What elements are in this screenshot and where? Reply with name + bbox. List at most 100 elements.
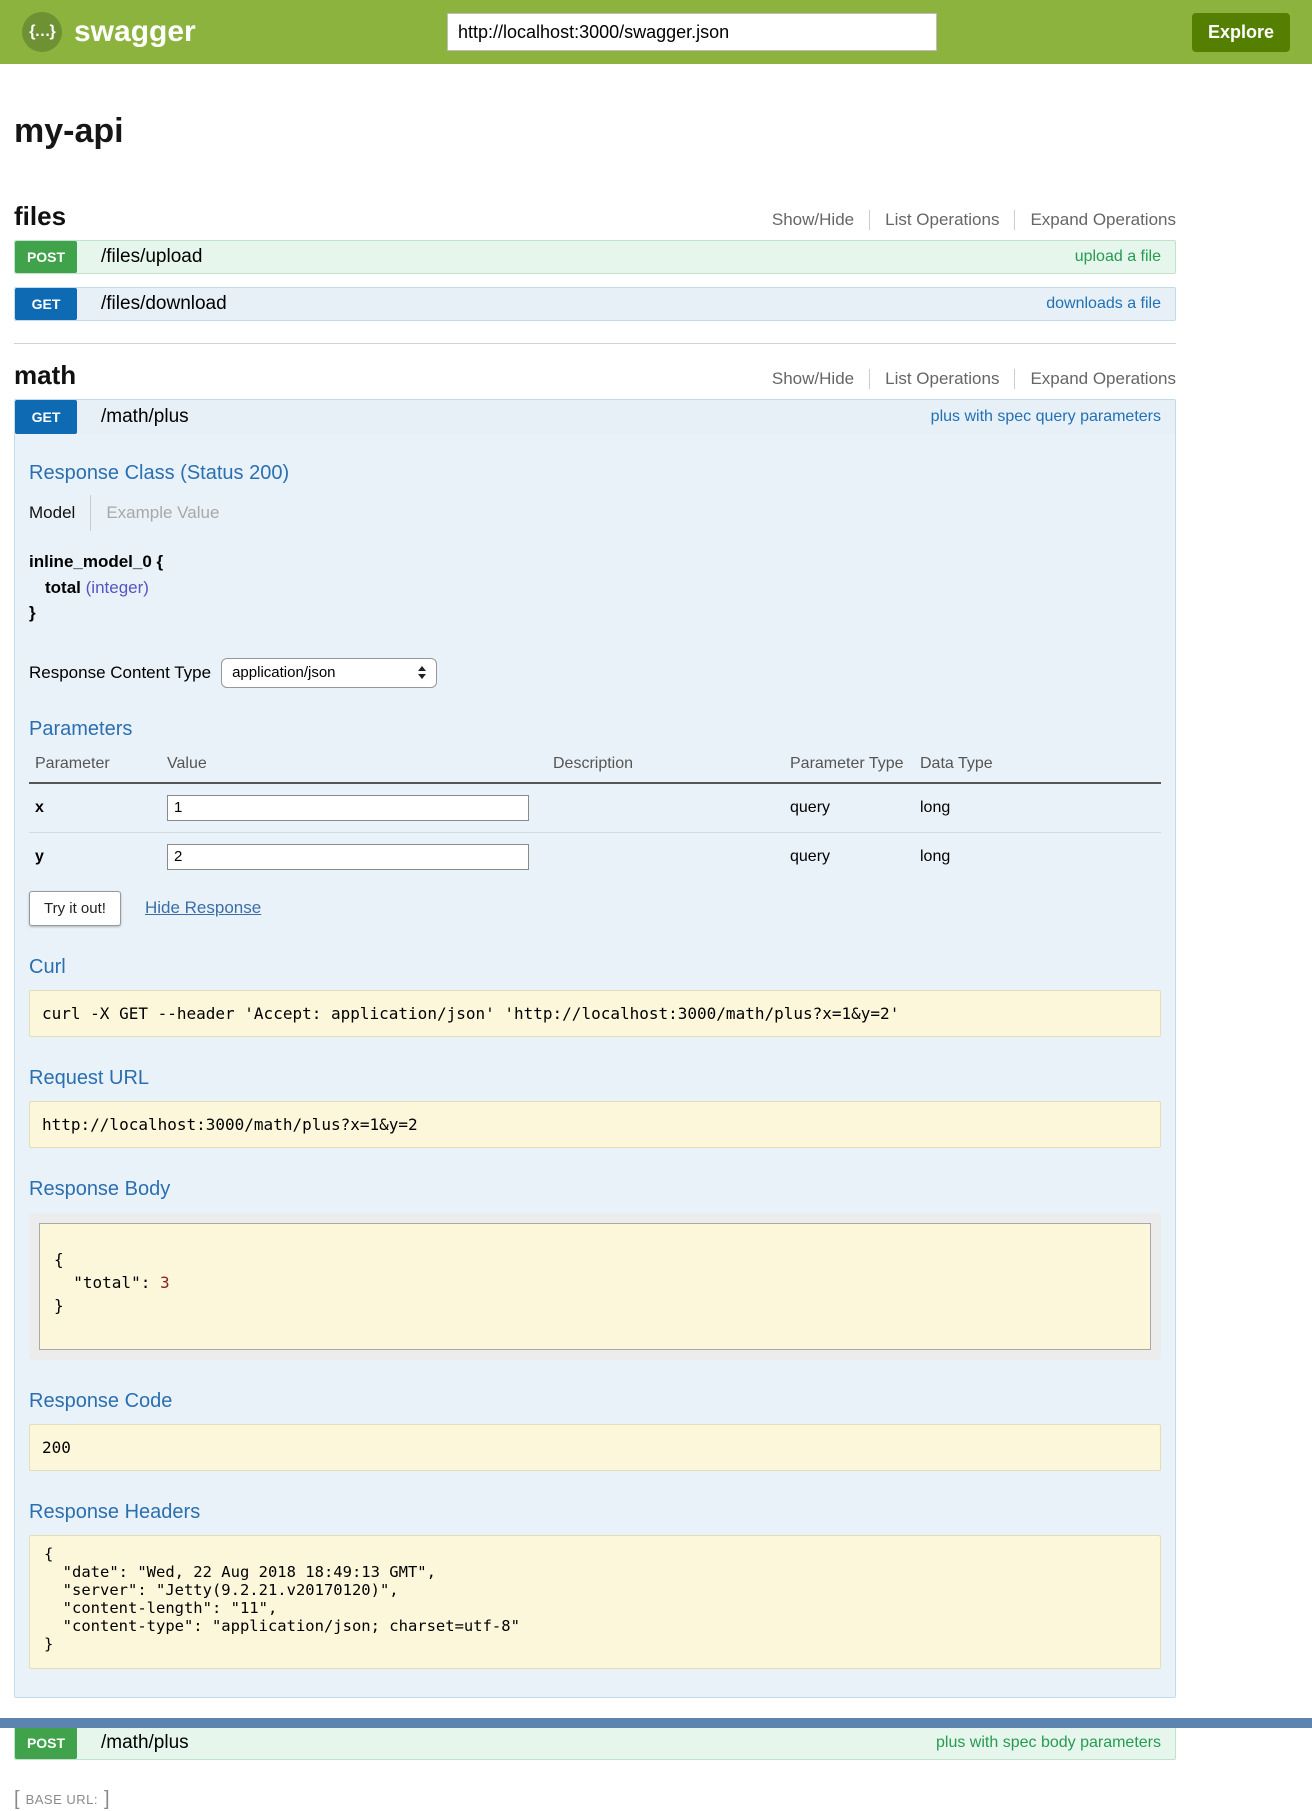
- col-parameter: Parameter: [29, 747, 161, 783]
- request-url-box: http://localhost:3000/math/plus?x=1&y=2: [29, 1101, 1161, 1148]
- parameters-table: Parameter Value Description Parameter Ty…: [29, 747, 1161, 881]
- tab-divider: [90, 495, 91, 531]
- model-close-brace: }: [29, 600, 1161, 626]
- model-field-type: (integer): [86, 578, 149, 597]
- tab-example-value[interactable]: Example Value: [106, 503, 219, 523]
- math-section-controls: Show/Hide List Operations Expand Operati…: [772, 369, 1176, 391]
- model-signature: inline_model_0 { total (integer) }: [29, 549, 1161, 626]
- math-section-title[interactable]: math: [14, 360, 76, 391]
- param-data-type: long: [914, 783, 1161, 833]
- col-parameter-type: Parameter Type: [784, 747, 914, 783]
- get-method-badge: GET: [15, 400, 77, 434]
- response-headers-heading: Response Headers: [29, 1501, 1161, 1524]
- try-it-out-button[interactable]: Try it out!: [29, 891, 121, 926]
- op-block-get-math-plus: GET /math/plus plus with spec query para…: [14, 399, 1176, 1698]
- post-method-badge: POST: [15, 1727, 77, 1759]
- op-path-link[interactable]: /files/upload: [101, 246, 202, 268]
- param-row-x: x query long: [29, 783, 1161, 833]
- bottom-blue-strip: [0, 1718, 1312, 1728]
- response-body-wrapper: { "total": 3 }: [29, 1213, 1161, 1361]
- model-field: total (integer): [45, 575, 1161, 601]
- param-type: query: [784, 783, 914, 833]
- expand-operations-link[interactable]: Expand Operations: [1030, 210, 1176, 230]
- links-divider: [1014, 210, 1015, 230]
- response-content-type-value: application/json: [232, 664, 335, 681]
- op-row-post-files-upload[interactable]: POST /files/upload upload a file: [14, 240, 1176, 274]
- brand-title: swagger: [74, 15, 196, 49]
- model-tabs: Model Example Value: [29, 495, 1161, 531]
- param-data-type: long: [914, 832, 1161, 881]
- select-arrows-icon: [418, 666, 426, 679]
- files-section-controls: Show/Hide List Operations Expand Operati…: [772, 210, 1176, 232]
- col-data-type: Data Type: [914, 747, 1161, 783]
- base-url-bracket-open: [: [14, 1788, 20, 1811]
- param-description: [547, 783, 784, 833]
- response-body-value: 3: [160, 1273, 170, 1292]
- try-row: Try it out! Hide Response: [29, 891, 1161, 926]
- op-summary-link[interactable]: plus with spec query parameters: [931, 408, 1161, 426]
- col-value: Value: [161, 747, 547, 783]
- response-code-box: 200: [29, 1424, 1161, 1471]
- param-type: query: [784, 832, 914, 881]
- op-row-post-math-plus[interactable]: POST /math/plus plus with spec body para…: [14, 1726, 1176, 1760]
- swagger-logo-icon: {…}: [22, 12, 62, 52]
- base-url-bracket-close: ]: [104, 1788, 110, 1811]
- page-title: my-api: [14, 112, 1176, 151]
- links-divider: [869, 210, 870, 230]
- tab-model[interactable]: Model: [29, 503, 75, 523]
- model-name: inline_model_0 {: [29, 549, 1161, 575]
- curl-heading: Curl: [29, 956, 1161, 979]
- links-divider: [869, 369, 870, 389]
- files-section-header: files Show/Hide List Operations Expand O…: [14, 201, 1176, 232]
- spec-url-input[interactable]: [447, 13, 937, 51]
- math-section-header: math Show/Hide List Operations Expand Op…: [14, 360, 1176, 391]
- response-body-close: }: [54, 1296, 64, 1315]
- explore-button[interactable]: Explore: [1192, 13, 1290, 52]
- param-x-input[interactable]: [167, 795, 529, 821]
- op-path-link[interactable]: /math/plus: [101, 1732, 189, 1754]
- parameters-heading: Parameters: [29, 718, 1161, 741]
- op-row-get-files-download[interactable]: GET /files/download downloads a file: [14, 287, 1176, 321]
- response-body-heading: Response Body: [29, 1178, 1161, 1201]
- response-body-json: { "total":: [54, 1250, 160, 1292]
- show-hide-link[interactable]: Show/Hide: [772, 369, 854, 389]
- response-class-heading: Response Class (Status 200): [29, 462, 1161, 485]
- op-content: Response Class (Status 200) Model Exampl…: [15, 434, 1175, 1697]
- param-name: y: [29, 832, 161, 881]
- show-hide-link[interactable]: Show/Hide: [772, 210, 854, 230]
- op-path-link[interactable]: /files/download: [101, 293, 227, 315]
- param-description: [547, 832, 784, 881]
- section-divider: [14, 343, 1176, 344]
- col-description: Description: [547, 747, 784, 783]
- param-y-input[interactable]: [167, 844, 529, 870]
- op-summary-link[interactable]: upload a file: [1075, 248, 1161, 266]
- main-content: my-api files Show/Hide List Operations E…: [14, 112, 1176, 1811]
- param-name: x: [29, 783, 161, 833]
- list-operations-link[interactable]: List Operations: [885, 210, 999, 230]
- request-url-heading: Request URL: [29, 1067, 1161, 1090]
- model-field-name: total: [45, 578, 81, 597]
- base-url-footer: [ BASE URL: ]: [14, 1788, 1176, 1811]
- expand-operations-link[interactable]: Expand Operations: [1030, 369, 1176, 389]
- response-content-type-label: Response Content Type: [29, 663, 211, 683]
- op-path-link[interactable]: /math/plus: [101, 406, 189, 428]
- response-body-box: { "total": 3 }: [39, 1223, 1151, 1351]
- links-divider: [1014, 369, 1015, 389]
- brand[interactable]: {…} swagger: [22, 12, 292, 52]
- get-method-badge: GET: [15, 288, 77, 320]
- op-row-get-math-plus[interactable]: GET /math/plus plus with spec query para…: [15, 400, 1175, 434]
- files-section-title[interactable]: files: [14, 201, 66, 232]
- topbar: {…} swagger Explore: [0, 0, 1312, 64]
- hide-response-link[interactable]: Hide Response: [145, 898, 261, 918]
- base-url-label: BASE URL:: [26, 1792, 98, 1807]
- param-row-y: y query long: [29, 832, 1161, 881]
- list-operations-link[interactable]: List Operations: [885, 369, 999, 389]
- op-summary-link[interactable]: plus with spec body parameters: [936, 1734, 1161, 1752]
- response-code-heading: Response Code: [29, 1390, 1161, 1413]
- post-method-badge: POST: [15, 241, 77, 273]
- op-summary-link[interactable]: downloads a file: [1046, 295, 1161, 313]
- response-content-type-row: Response Content Type application/json: [29, 658, 1161, 688]
- response-headers-box: { "date": "Wed, 22 Aug 2018 18:49:13 GMT…: [29, 1535, 1161, 1669]
- curl-command-box: curl -X GET --header 'Accept: applicatio…: [29, 990, 1161, 1037]
- response-content-type-select[interactable]: application/json: [221, 658, 437, 688]
